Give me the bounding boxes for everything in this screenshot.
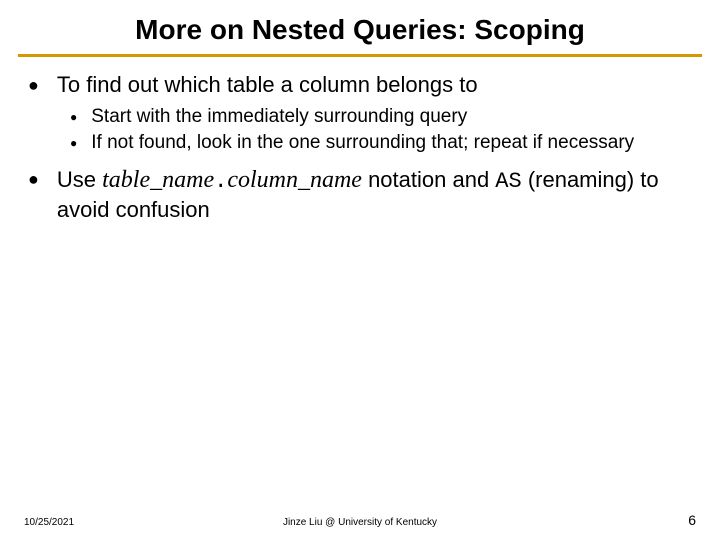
bullet-1-sublist: ● Start with the immediately surrounding… [28, 105, 692, 155]
bullet-2-mono: AS [495, 169, 521, 194]
bullet-1: ● To find out which table a column belon… [28, 71, 692, 99]
bullet-icon: ● [28, 165, 39, 193]
slide: More on Nested Queries: Scoping ● To fin… [0, 0, 720, 540]
bullet-2-text: Use table_name.column_name notation and … [57, 165, 692, 223]
sub-bullet-1-text: Start with the immediately surrounding q… [91, 105, 467, 129]
bullet-2: ● Use table_name.column_name notation an… [28, 165, 692, 223]
bullet-icon: ● [70, 131, 77, 155]
bullet-2-italic1: table_name [102, 167, 214, 193]
sub-bullet-2-text: If not found, look in the one surroundin… [91, 131, 634, 155]
content-area: ● To find out which table a column belon… [0, 57, 720, 223]
footer-center: Jinze Liu @ University of Kentucky [0, 517, 720, 528]
bullet-2-mid: notation and [362, 167, 495, 192]
bullet-2-italic2: column_name [227, 167, 362, 193]
bullet-icon: ● [70, 105, 77, 129]
bullet-2-dot: . [214, 169, 227, 194]
sub-bullet-1: ● Start with the immediately surrounding… [70, 105, 692, 129]
footer: 10/25/2021 Jinze Liu @ University of Ken… [0, 512, 720, 528]
sub-bullet-2: ● If not found, look in the one surround… [70, 131, 692, 155]
bullet-1-text: To find out which table a column belongs… [57, 71, 478, 99]
bullet-2-prefix: Use [57, 167, 102, 192]
bullet-icon: ● [28, 71, 39, 99]
page-title: More on Nested Queries: Scoping [0, 0, 720, 54]
